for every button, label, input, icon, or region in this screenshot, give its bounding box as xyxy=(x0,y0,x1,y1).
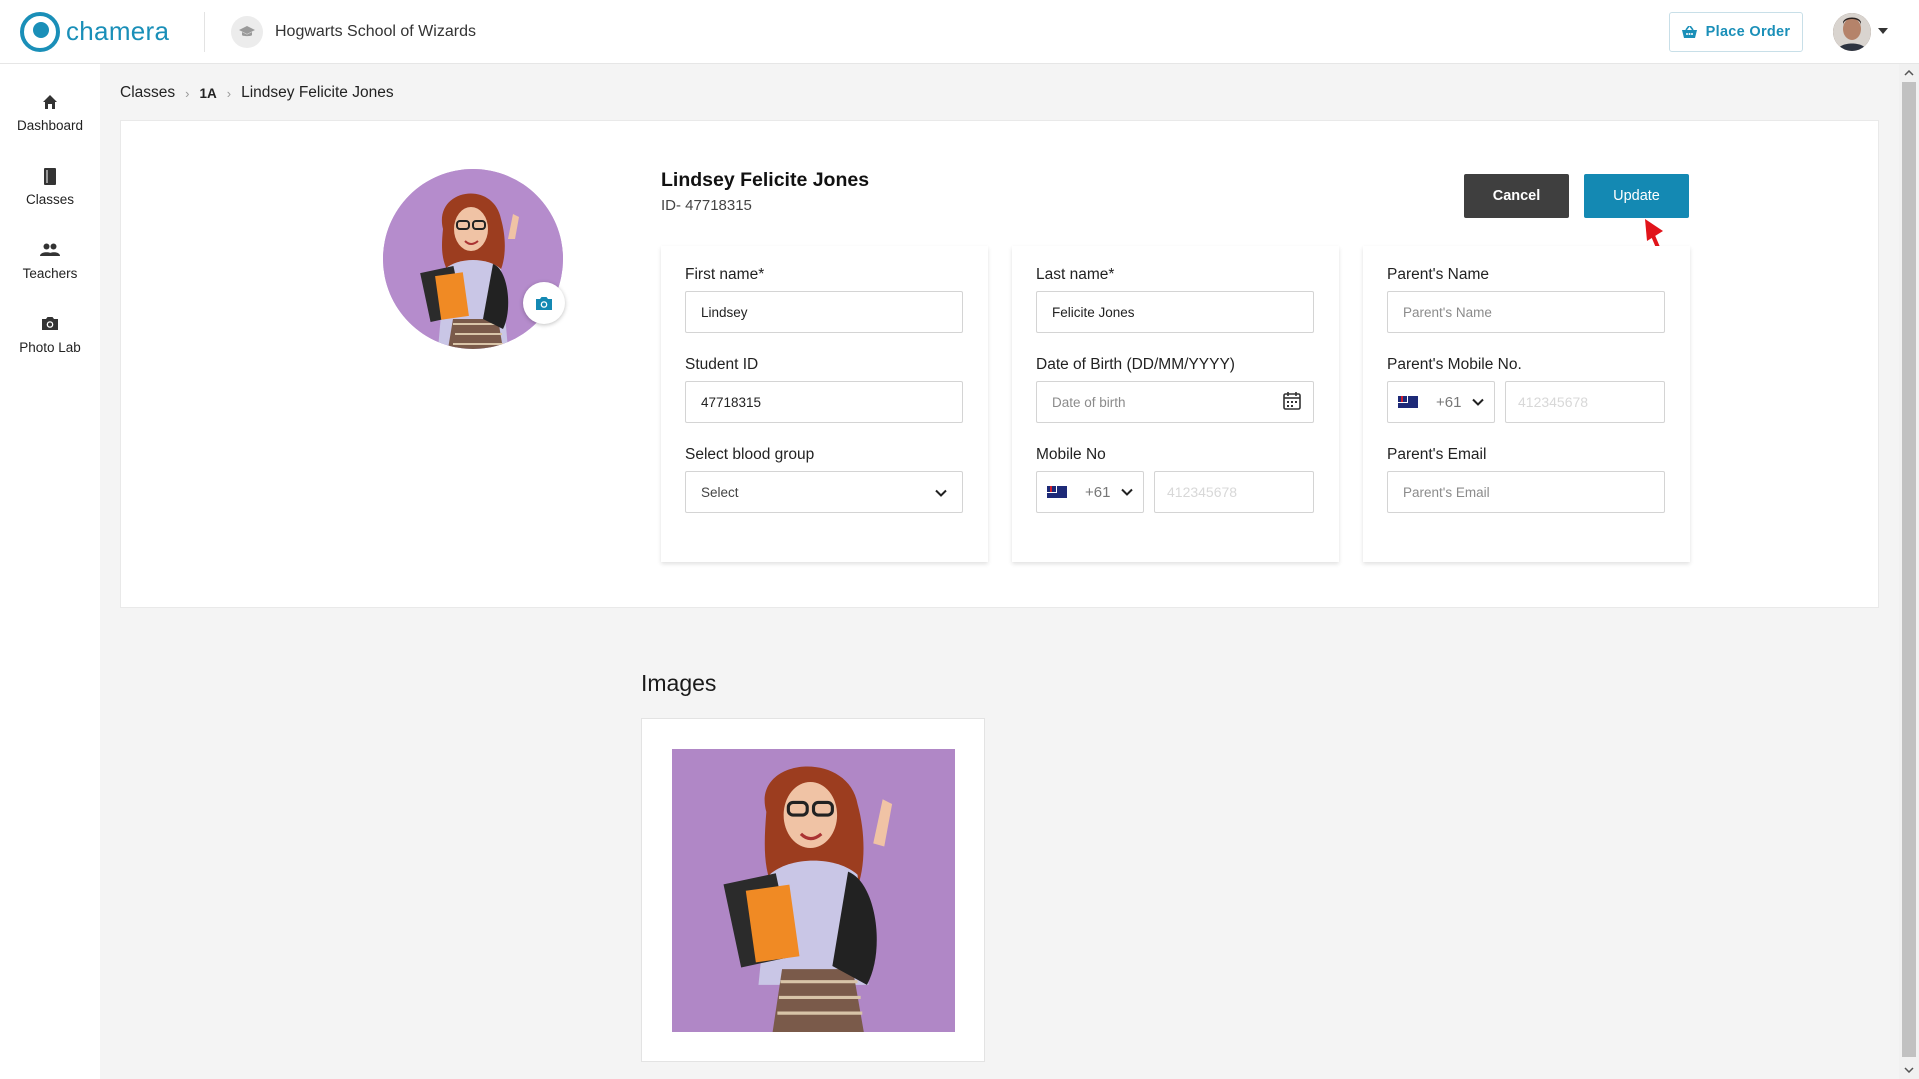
chevron-right-icon: › xyxy=(226,85,232,101)
sidebar-item-label: Teachers xyxy=(22,266,78,281)
student-image[interactable] xyxy=(672,749,955,1032)
logo-text: chamera xyxy=(66,16,170,46)
mobile-number-input[interactable] xyxy=(1154,471,1314,513)
scroll-down-icon[interactable] xyxy=(1903,1064,1915,1076)
australia-flag-icon xyxy=(1047,486,1067,498)
images-heading: Images xyxy=(641,670,717,696)
top-bar: chamera Hogwarts School of Wizards xyxy=(0,0,1919,64)
school-selector[interactable]: Hogwarts School of Wizards xyxy=(231,15,476,48)
parent-mobile-number-input[interactable] xyxy=(1505,381,1665,423)
form-column-details: Last name* Date of Birth (DD/MM/YYYY) Mo… xyxy=(1012,246,1339,562)
student-id-text: ID- 47718315 xyxy=(661,197,752,214)
chevron-down-icon xyxy=(935,485,947,500)
student-id-input[interactable] xyxy=(685,381,963,423)
parent-name-input[interactable] xyxy=(1387,291,1665,333)
parent-email-input[interactable] xyxy=(1387,471,1665,513)
student-profile-card: Lindsey Felicite Jones ID- 47718315 Canc… xyxy=(120,120,1879,608)
cancel-button[interactable]: Cancel xyxy=(1464,174,1569,218)
place-order-label: Place Order xyxy=(1705,24,1791,40)
scroll-thumb[interactable] xyxy=(1902,82,1916,1057)
sidebar-item-label: Classes xyxy=(25,192,74,207)
blood-group-select[interactable]: Select xyxy=(685,471,963,513)
sidebar-item-label: Dashboard xyxy=(16,118,84,133)
parent-mobile-country-code: +61 xyxy=(1436,393,1462,411)
scroll-up-icon[interactable] xyxy=(1903,67,1915,79)
sidebar-item-label: Photo Lab xyxy=(19,340,81,355)
user-avatar[interactable] xyxy=(1833,13,1871,51)
people-icon xyxy=(0,242,100,260)
parent-mobile-country-select[interactable]: +61 xyxy=(1387,381,1495,423)
breadcrumb: Classes › 1A › Lindsey Felicite Jones xyxy=(120,84,394,102)
form-column-student: First name* Student ID Select blood grou… xyxy=(661,246,988,562)
image-card[interactable] xyxy=(641,718,985,1062)
basket-icon xyxy=(1681,25,1697,39)
first-name-input[interactable] xyxy=(685,291,963,333)
parent-mobile-label: Parent's Mobile No. xyxy=(1387,356,1522,373)
breadcrumb-classes[interactable]: Classes xyxy=(120,84,175,102)
chevron-down-icon xyxy=(1121,488,1133,496)
camera-icon xyxy=(536,296,552,310)
blood-group-label: Select blood group xyxy=(685,446,815,463)
update-button[interactable]: Update xyxy=(1584,174,1689,218)
home-icon xyxy=(0,94,100,112)
first-name-label: First name* xyxy=(685,266,765,283)
place-order-button[interactable]: Place Order xyxy=(1669,12,1803,52)
breadcrumb-student: Lindsey Felicite Jones xyxy=(241,84,394,101)
student-name-heading: Lindsey Felicite Jones xyxy=(661,169,870,191)
change-photo-button[interactable] xyxy=(523,282,565,324)
mobile-country-code: +61 xyxy=(1085,483,1111,501)
camera-icon xyxy=(0,316,100,334)
last-name-input[interactable] xyxy=(1036,291,1314,333)
dob-label: Date of Birth (DD/MM/YYYY) xyxy=(1036,356,1235,373)
sidebar-item-dashboard[interactable]: Dashboard xyxy=(0,94,100,133)
topbar-divider xyxy=(204,11,205,52)
sidebar: Dashboard Classes Teachers Photo Lab xyxy=(0,64,100,1079)
chevron-right-icon: › xyxy=(185,85,190,101)
chamera-logo-icon xyxy=(20,11,60,52)
blood-group-value: Select xyxy=(701,484,739,500)
breadcrumb-class[interactable]: 1A xyxy=(199,86,216,101)
parent-email-label: Parent's Email xyxy=(1387,446,1487,463)
scrollbar[interactable] xyxy=(1899,64,1919,1079)
parent-name-label: Parent's Name xyxy=(1387,266,1490,283)
sidebar-item-classes[interactable]: Classes xyxy=(0,168,100,207)
australia-flag-icon xyxy=(1398,396,1418,408)
dob-input[interactable] xyxy=(1036,381,1314,423)
calendar-icon[interactable] xyxy=(1282,391,1302,416)
logo[interactable]: chamera xyxy=(20,11,184,52)
graduation-cap-icon xyxy=(231,15,263,48)
sidebar-item-teachers[interactable]: Teachers xyxy=(0,242,100,281)
chevron-down-icon xyxy=(1472,398,1484,406)
student-id-label: Student ID xyxy=(685,356,759,373)
dob-field xyxy=(1036,381,1314,423)
mobile-country-select[interactable]: +61 xyxy=(1036,471,1144,513)
sidebar-item-photo-lab[interactable]: Photo Lab xyxy=(0,316,100,355)
mobile-label: Mobile No xyxy=(1036,446,1106,463)
last-name-label: Last name* xyxy=(1036,266,1115,283)
school-name: Hogwarts School of Wizards xyxy=(275,22,476,40)
book-icon xyxy=(0,168,100,186)
form-column-parent: Parent's Name Parent's Mobile No. +61 Pa… xyxy=(1363,246,1690,562)
chevron-down-icon[interactable] xyxy=(1878,28,1888,34)
